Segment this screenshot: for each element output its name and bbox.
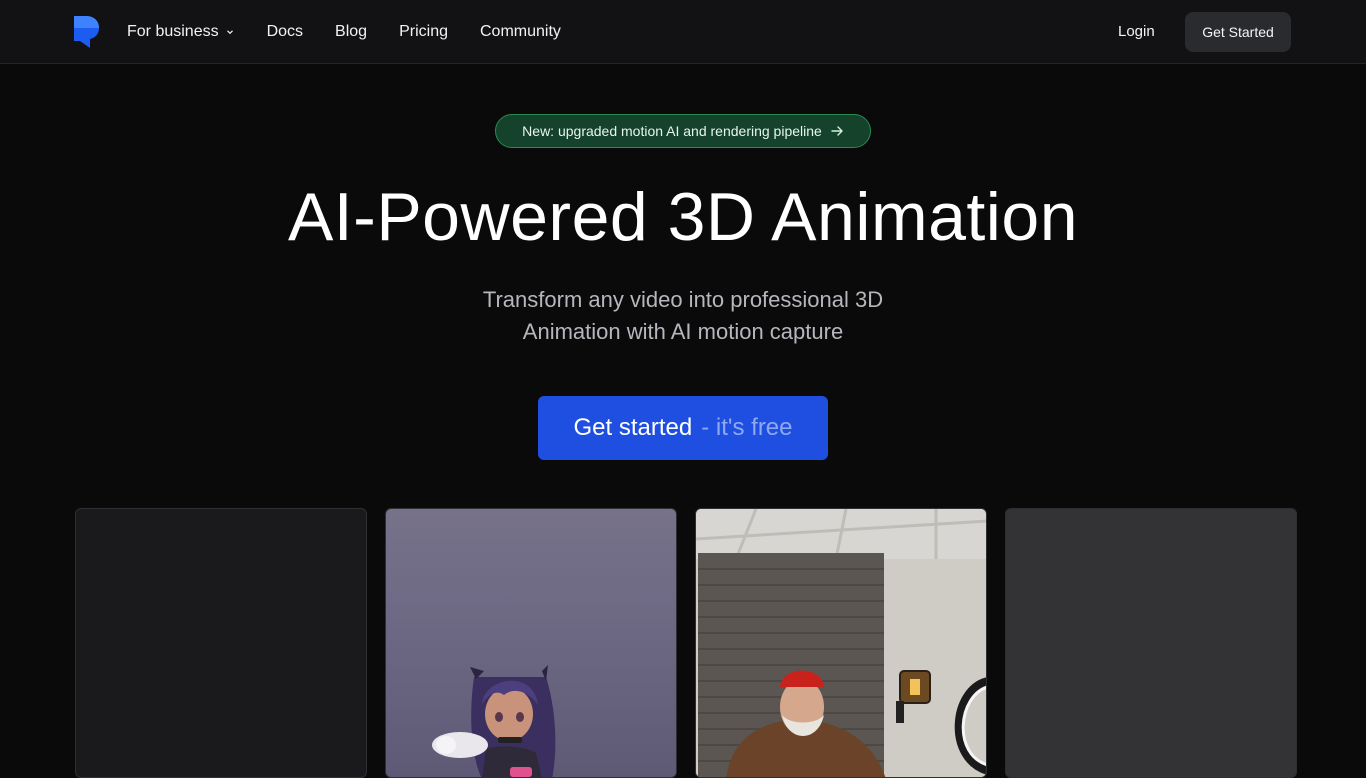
login-link[interactable]: Login [1118, 23, 1155, 40]
animated-avatar-image [432, 665, 556, 777]
cta-main-label: Get started [573, 414, 693, 441]
cta-sub-label: - it's free [701, 414, 793, 441]
hero-title: AI-Powered 3D Animation [287, 179, 1079, 255]
nav-item-for-business[interactable]: For business [127, 23, 235, 41]
primary-nav: For business Docs Blog Pricing Community [127, 0, 561, 63]
video-still-image [696, 509, 986, 777]
get-started-free-button[interactable]: Get started - it's free [538, 396, 828, 460]
nav-item-community[interactable]: Community [480, 23, 561, 41]
preview-card-empty-right[interactable] [1005, 508, 1297, 778]
preview-card-video[interactable] [695, 508, 987, 778]
announcement-badge[interactable]: New: upgraded motion AI and rendering pi… [495, 114, 871, 148]
chevron-down-icon [226, 29, 233, 34]
nav-item-pricing[interactable]: Pricing [399, 23, 448, 41]
get-started-button[interactable]: Get Started [1185, 12, 1291, 52]
preview-card-avatar[interactable] [385, 508, 677, 778]
top-nav: For business Docs Blog Pricing Community… [0, 0, 1366, 64]
hero-subtitle: Transform any video into professional 3D… [482, 287, 884, 344]
arrow-right-icon [831, 126, 843, 136]
nav-item-label: For business [127, 22, 219, 40]
brand-logo-icon[interactable] [72, 14, 100, 50]
announcement-text: New: upgraded motion AI and rendering pi… [522, 123, 822, 139]
nav-item-docs[interactable]: Docs [267, 23, 303, 41]
nav-item-blog[interactable]: Blog [335, 23, 367, 41]
preview-card-empty-left[interactable] [75, 508, 367, 778]
